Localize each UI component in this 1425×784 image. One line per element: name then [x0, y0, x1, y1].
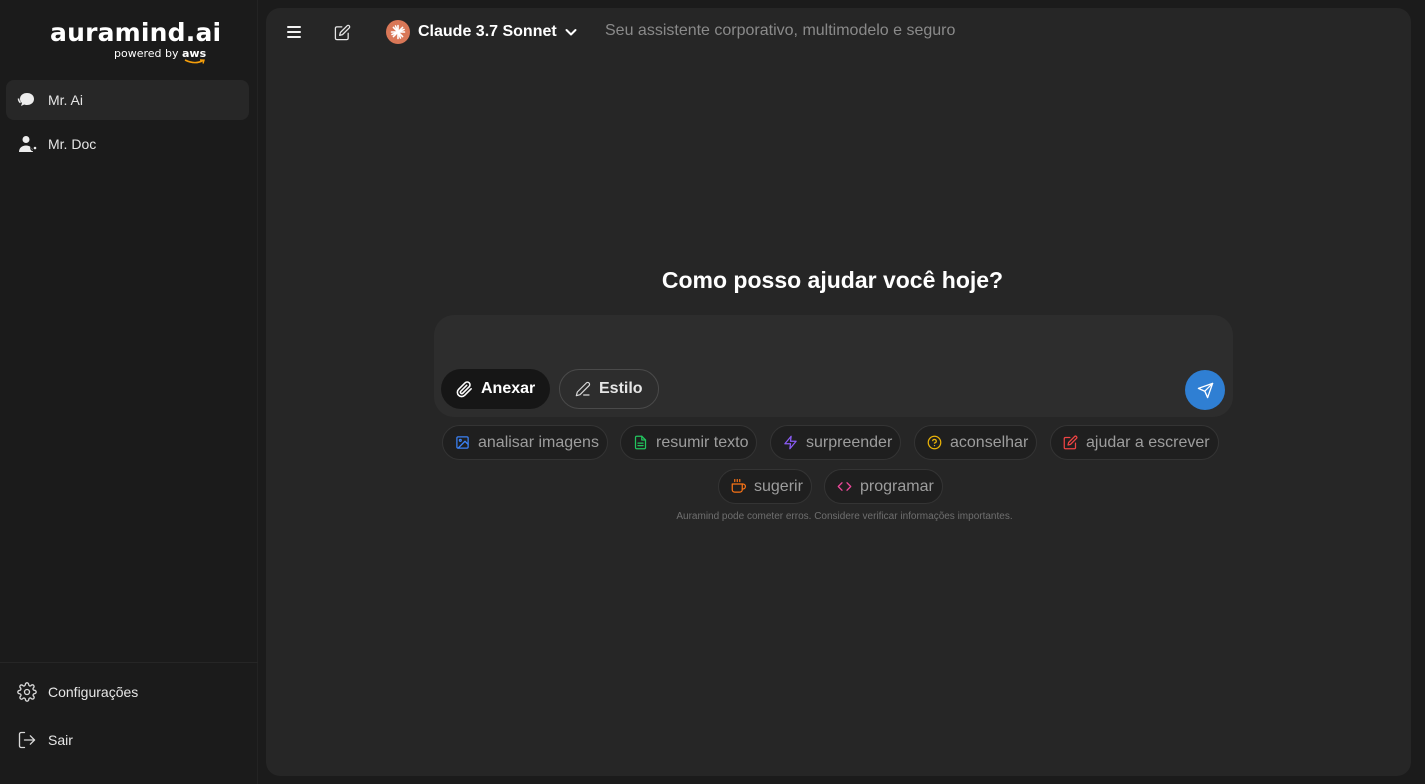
chip-aconselhar[interactable]: aconselhar	[914, 425, 1038, 460]
help-circle-icon	[926, 435, 942, 451]
chip-label: sugerir	[754, 477, 803, 495]
tagline: Seu assistente corporativo, multimodelo …	[605, 22, 956, 39]
model-selector[interactable]: Claude 3.7 Sonnet	[386, 19, 579, 45]
chip-label: programar	[860, 477, 934, 495]
chip-sugerir[interactable]: sugerir	[718, 469, 812, 504]
sidebar: auramind.ai powered by aws Mr. Ai Mr. Do…	[0, 0, 258, 784]
model-name: Claude 3.7 Sonnet	[418, 23, 557, 40]
chat-bubbles-icon	[16, 89, 38, 111]
send-button[interactable]	[1185, 370, 1225, 410]
document-icon	[632, 435, 648, 451]
chip-label: aconselhar	[950, 433, 1029, 451]
code-icon	[836, 479, 852, 495]
chip-label: ajudar a escrever	[1086, 433, 1210, 451]
sidebar-item-sair[interactable]: Sair	[6, 720, 249, 760]
send-icon	[1197, 382, 1213, 398]
page-title: Como posso ajudar você hoje?	[661, 267, 1004, 293]
doctor-icon	[16, 133, 38, 155]
menu-toggle-button[interactable]	[282, 20, 306, 44]
prompt-input[interactable]	[452, 327, 1192, 357]
image-icon	[454, 435, 470, 451]
chip-resumir-texto[interactable]: resumir texto	[620, 425, 758, 460]
coffee-icon	[730, 479, 746, 495]
main-panel: Claude 3.7 Sonnet Seu assistente corpora…	[266, 8, 1411, 776]
chip-surpreender[interactable]: surpreender	[770, 425, 902, 460]
pen-icon	[575, 381, 591, 397]
sidebar-item-mr-doc[interactable]: Mr. Doc	[6, 124, 249, 164]
sidebar-item-label: Mr. Doc	[48, 136, 97, 152]
chip-programar[interactable]: programar	[824, 469, 943, 504]
attach-label: Anexar	[481, 380, 536, 397]
sidebar-item-mr-ai[interactable]: Mr. Ai	[6, 80, 249, 120]
sidebar-item-label: Configurações	[48, 684, 139, 700]
chip-label: analisar imagens	[478, 433, 599, 451]
disclaimer: Auramind pode cometer erros. Considere v…	[676, 511, 1013, 522]
sidebar-item-label: Mr. Ai	[48, 92, 84, 108]
claude-logo-icon	[386, 20, 410, 44]
style-label: Estilo	[599, 380, 643, 397]
logout-icon	[16, 729, 38, 751]
sidebar-divider	[0, 662, 258, 663]
topbar: Claude 3.7 Sonnet Seu assistente corpora…	[266, 8, 1411, 56]
hamburger-icon	[287, 26, 301, 38]
gear-icon	[16, 681, 38, 703]
chevron-down-icon	[563, 24, 579, 40]
attach-button[interactable]: Anexar	[441, 369, 551, 409]
style-button[interactable]: Estilo	[559, 369, 659, 409]
paperclip-icon	[456, 380, 473, 398]
chip-label: surpreender	[806, 433, 893, 451]
brand-name: auramind.ai	[50, 18, 222, 47]
sidebar-item-configuracoes[interactable]: Configurações	[6, 672, 249, 712]
chip-label: resumir texto	[656, 433, 749, 451]
sidebar-item-label: Sair	[48, 732, 73, 748]
auramind-logo[interactable]: auramind.ai powered by aws	[50, 18, 222, 68]
aws-smile-icon	[184, 59, 205, 64]
new-chat-button[interactable]	[330, 20, 354, 44]
chip-ajudar-a-escrever[interactable]: ajudar a escrever	[1050, 425, 1219, 460]
edit-icon	[334, 24, 350, 40]
chip-analisar-imagens[interactable]: analisar imagens	[442, 425, 608, 460]
composer: Anexar Estilo	[434, 315, 1233, 417]
lightning-icon	[782, 435, 798, 451]
edit-icon	[1062, 435, 1078, 451]
